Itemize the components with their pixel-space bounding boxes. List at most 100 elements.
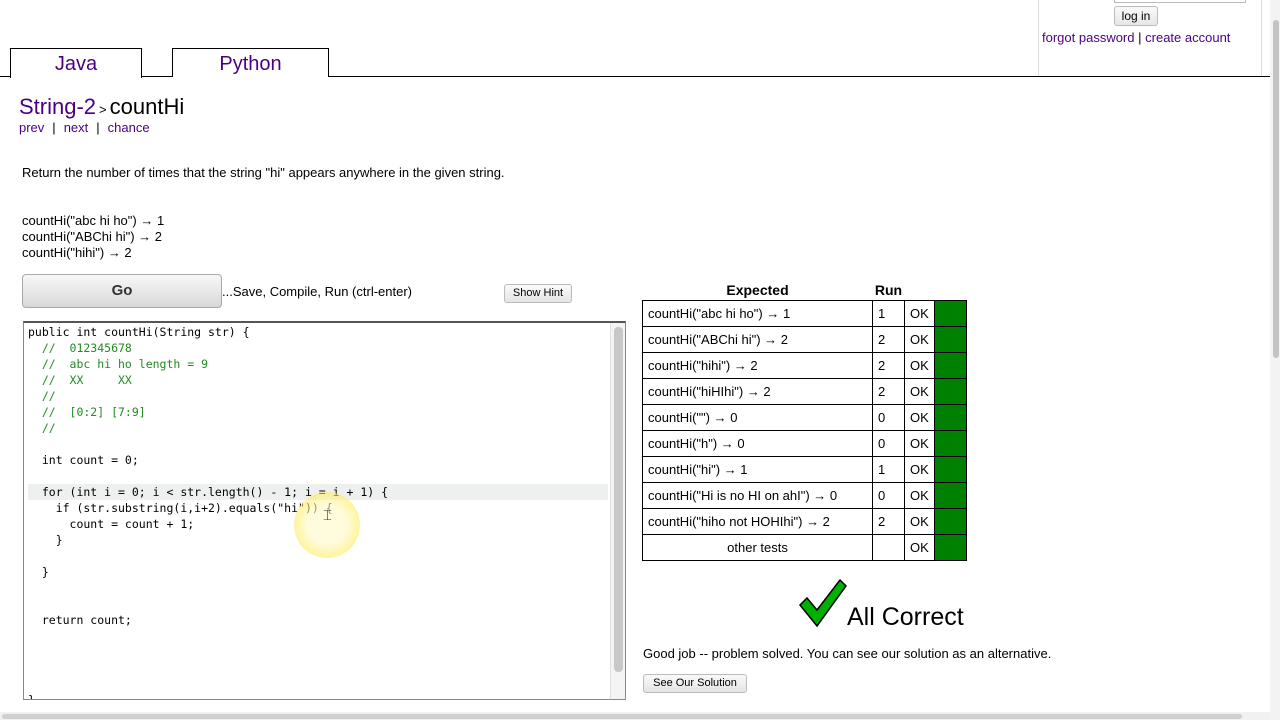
result-row: countHi("ABChi hi") → 2 2 OK <box>642 326 967 353</box>
all-correct-title: All Correct <box>847 603 964 631</box>
cursor-highlight <box>294 492 360 558</box>
editor-scrollbar[interactable] <box>610 323 625 699</box>
result-status: OK <box>904 300 935 327</box>
result-run: 0 <box>872 404 905 431</box>
code-line[interactable]: public int countHi(String str) { <box>28 324 250 340</box>
page-title: String-2 > countHi <box>19 94 184 120</box>
code-line[interactable]: // <box>28 388 56 404</box>
show-hint-button[interactable]: Show Hint <box>504 284 572 303</box>
code-line[interactable]: // abc hi ho length = 9 <box>28 356 208 372</box>
result-expected: countHi("") → 0 <box>642 404 873 431</box>
code-line[interactable]: } <box>28 564 49 580</box>
result-run: 1 <box>872 300 905 327</box>
result-status: OK <box>904 326 935 353</box>
result-pass-swatch <box>933 352 967 379</box>
next-link[interactable]: next <box>64 120 89 135</box>
go-button[interactable]: Go <box>22 274 222 308</box>
code-line[interactable]: } <box>28 692 35 699</box>
result-row: other tests OK <box>642 534 967 561</box>
result-pass-swatch <box>933 482 967 509</box>
result-row: countHi("") → 0 0 OK <box>642 404 967 431</box>
results-body: countHi("abc hi ho") → 1 1 OK countHi("ABCh… <box>642 300 967 561</box>
checkmark-icon <box>798 578 847 628</box>
editor-scrollbar-thumb[interactable] <box>614 327 623 672</box>
result-run: 2 <box>872 378 905 405</box>
pass-header <box>934 280 966 301</box>
see-solution-button[interactable]: See Our Solution <box>643 674 747 693</box>
tab-python[interactable]: Python <box>172 48 329 77</box>
result-row: countHi("abc hi ho") → 1 1 OK <box>642 300 967 327</box>
login-button[interactable]: log in <box>1114 6 1158 26</box>
result-run: 2 <box>872 326 905 353</box>
title-separator: > <box>99 102 107 117</box>
code-line[interactable]: // 012345678 <box>28 340 132 356</box>
code-line[interactable]: count = count + 1; <box>28 516 195 532</box>
nav-separator: | <box>96 120 100 135</box>
result-pass-swatch <box>933 300 967 327</box>
result-expected: countHi("hiHIhi") → 2 <box>642 378 873 405</box>
result-expected: countHi("abc hi ho") → 1 <box>642 300 873 327</box>
results-table: Expected Run countHi("abc hi ho") → 1 1 OK… <box>642 280 967 561</box>
result-status: OK <box>904 352 935 379</box>
result-pass-swatch <box>933 404 967 431</box>
result-expected: countHi("hi") → 1 <box>642 456 873 483</box>
tab-java[interactable]: Java <box>10 48 142 78</box>
code-line[interactable]: } <box>28 532 63 548</box>
code-line[interactable]: int count = 0; <box>28 452 139 468</box>
account-links: forgot password | create account <box>1042 30 1230 45</box>
horizontal-scrollbar-thumb[interactable] <box>2 714 1242 719</box>
text-cursor-icon: ⌶ <box>323 506 333 524</box>
result-run: 2 <box>872 352 905 379</box>
result-run <box>872 534 905 561</box>
code-line[interactable]: // [0:2] [7:9] <box>28 404 146 420</box>
result-status: OK <box>904 404 935 431</box>
forgot-password-link[interactable]: forgot password <box>1042 30 1135 45</box>
result-status: OK <box>904 430 935 457</box>
result-row: countHi("hiho not HOHIhi") → 2 2 OK <box>642 508 967 535</box>
result-run: 1 <box>872 456 905 483</box>
code-line[interactable]: return count; <box>28 612 132 628</box>
page-scrollbar-thumb[interactable] <box>1273 20 1279 358</box>
chance-link[interactable]: chance <box>108 120 150 135</box>
result-row: countHi("hi") → 1 1 OK <box>642 456 967 483</box>
result-expected: countHi("hiho not HOHIhi") → 2 <box>642 508 873 535</box>
prev-link[interactable]: prev <box>19 120 44 135</box>
section-link[interactable]: String-2 <box>19 94 96 119</box>
example-item: countHi("abc hi ho") → 1 <box>22 213 165 228</box>
status-header <box>905 280 935 301</box>
result-expected: other tests <box>642 534 873 561</box>
password-field[interactable] <box>1114 0 1246 3</box>
result-status: OK <box>904 456 935 483</box>
result-run: 2 <box>872 508 905 535</box>
result-pass-swatch <box>933 534 967 561</box>
result-expected: countHi("h") → 0 <box>642 430 873 457</box>
result-pass-swatch <box>933 456 967 483</box>
result-status: OK <box>904 482 935 509</box>
account-links-separator: | <box>1138 30 1142 45</box>
examples-list: countHi("abc hi ho") → 1 countHi("ABChi … <box>22 213 164 261</box>
code-line[interactable]: // XX XX <box>28 372 132 388</box>
result-pass-swatch <box>933 326 967 353</box>
expected-header: Expected <box>726 282 789 298</box>
problem-nav: prev | next | chance <box>19 120 150 135</box>
result-row: countHi("hihi") → 2 2 OK <box>642 352 967 379</box>
code-line[interactable]: // <box>28 420 56 436</box>
result-expected: countHi("hihi") → 2 <box>642 352 873 379</box>
result-expected: countHi("ABChi hi") → 2 <box>642 326 873 353</box>
result-status: OK <box>904 534 935 561</box>
go-shortcut-hint: ...Save, Compile, Run (ctrl-enter) <box>222 284 413 299</box>
nav-separator: | <box>52 120 56 135</box>
example-item: countHi("hihi") → 2 <box>22 245 132 260</box>
problem-description: Return the number of times that the stri… <box>22 165 505 180</box>
result-status: OK <box>904 378 935 405</box>
result-pass-swatch <box>933 508 967 535</box>
result-row: countHi("hiHIhi") → 2 2 OK <box>642 378 967 405</box>
result-expected: countHi("Hi is no HI on ahI") → 0 <box>642 482 873 509</box>
problem-name: countHi <box>109 94 185 119</box>
code-line[interactable]: if (str.substring(i,i+2).equals("hi")) { <box>28 500 333 516</box>
result-row: countHi("Hi is no HI on ahI") → 0 0 OK <box>642 482 967 509</box>
create-account-link[interactable]: create account <box>1145 30 1230 45</box>
result-run: 0 <box>872 482 905 509</box>
example-item: countHi("ABChi hi") → 2 <box>22 229 162 244</box>
solved-message: Good job -- problem solved. You can see … <box>643 646 1052 661</box>
